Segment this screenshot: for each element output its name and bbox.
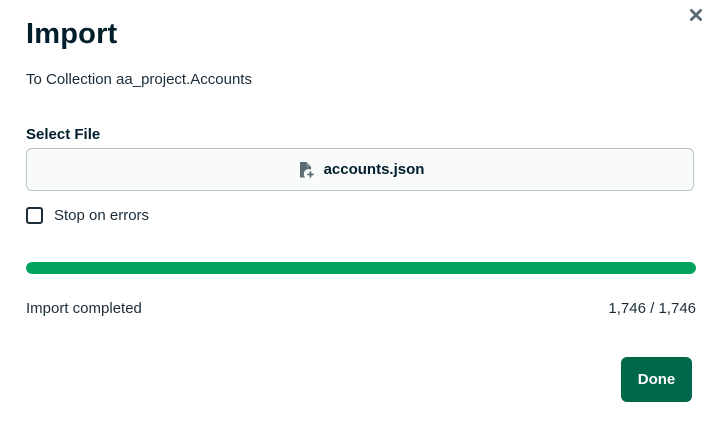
dialog-subtitle: To Collection aa_project.Accounts [26,71,252,88]
select-file-label: Select File [26,126,101,143]
file-add-icon [296,160,316,180]
file-name: accounts.json [323,161,425,178]
dialog-title: Import [26,18,118,50]
select-file-button[interactable]: accounts.json [26,148,694,191]
import-count: 1,746 / 1,746 [608,300,696,317]
stop-on-errors-label: Stop on errors [54,206,150,224]
stop-on-errors-option[interactable]: Stop on errors [26,206,149,224]
stop-on-errors-checkbox[interactable] [26,206,43,224]
import-status: Import completed [26,300,142,317]
close-icon [690,9,702,21]
progress-bar-fill [26,262,696,274]
import-dialog: Import To Collection aa_project.Accounts… [0,0,718,430]
progress-bar [26,262,696,274]
close-button[interactable] [686,5,706,25]
done-button[interactable]: Done [621,357,692,402]
